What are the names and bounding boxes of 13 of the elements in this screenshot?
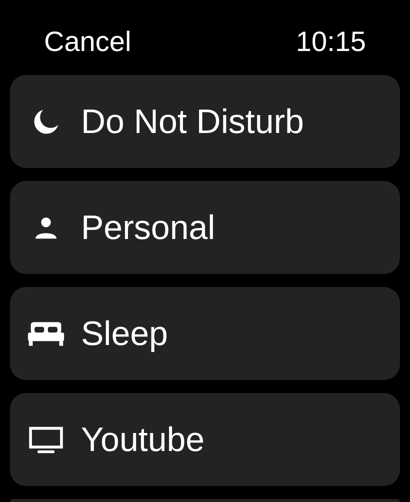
focus-mode-item[interactable]: Youtube xyxy=(10,393,400,486)
clock-time: 10:15 xyxy=(296,25,366,59)
focus-mode-item[interactable]: Personal xyxy=(10,181,400,274)
focus-mode-label: Sleep xyxy=(81,314,168,354)
focus-mode-item[interactable]: Do Not Disturb xyxy=(10,75,400,168)
focus-mode-label: Personal xyxy=(81,208,216,248)
focus-mode-item[interactable]: Sleep xyxy=(10,287,400,380)
focus-mode-label: Youtube xyxy=(81,420,205,460)
person-icon xyxy=(33,214,59,240)
monitor-icon xyxy=(27,424,65,454)
bed-icon xyxy=(27,320,65,347)
focus-mode-label: Do Not Disturb xyxy=(81,102,304,142)
cancel-button[interactable]: Cancel xyxy=(44,24,132,60)
